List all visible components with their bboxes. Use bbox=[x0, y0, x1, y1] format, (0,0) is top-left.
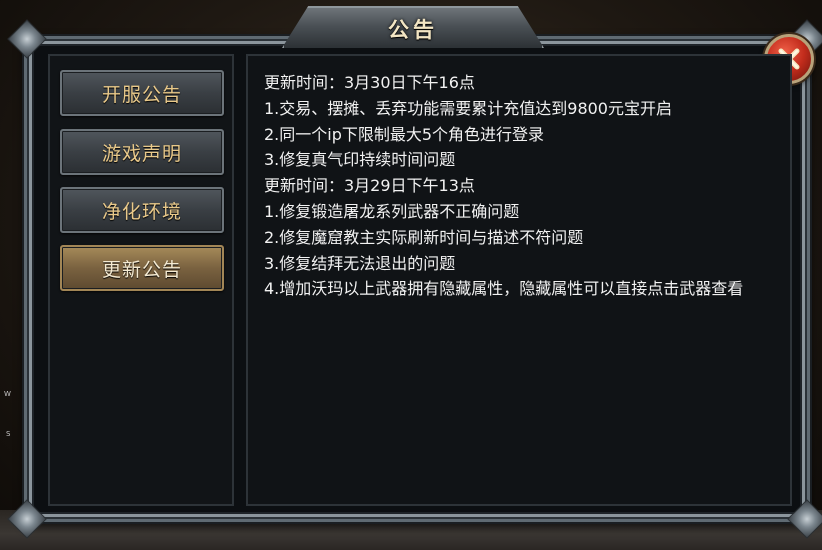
tab-game-statement[interactable]: 游戏声明 bbox=[60, 129, 224, 175]
hud-key-w: W bbox=[4, 390, 11, 398]
tab-server-opening-notice[interactable]: 开服公告 bbox=[60, 70, 224, 116]
title-banner: 公告 bbox=[282, 6, 544, 48]
content-line: 2.修复魔窟教主实际刷新时间与描述不符问题 bbox=[264, 227, 584, 247]
tab-label: 更新公告 bbox=[101, 258, 182, 281]
announcement-content: 更新时间：3月30日下午16点 1.交易、摆摊、丢弃功能需要累计充值达到9800… bbox=[246, 54, 792, 506]
tab-label: 开服公告 bbox=[101, 83, 182, 106]
dialog-title: 公告 bbox=[388, 17, 438, 42]
tab-clean-environment[interactable]: 净化环境 bbox=[60, 187, 224, 233]
content-line: 4.增加沃玛以上武器拥有隐藏属性，隐藏属性可以直接点击武器查看 bbox=[264, 279, 744, 299]
hud-key-s: S bbox=[6, 430, 11, 438]
content-line: 更新时间：3月30日下午16点 bbox=[264, 73, 475, 92]
frame-corner-ornament bbox=[7, 19, 47, 59]
content-line: 2.同一个ip下限制最大5个角色进行登录 bbox=[264, 124, 545, 144]
tab-update-notice[interactable]: 更新公告 bbox=[60, 245, 224, 291]
content-line: 3.修复真气印持续时间问题 bbox=[264, 150, 456, 170]
tab-label: 游戏声明 bbox=[101, 142, 182, 165]
content-line: 更新时间：3月29日下午13点 bbox=[264, 176, 475, 196]
tab-label: 净化环境 bbox=[101, 200, 182, 223]
content-line: 1.交易、摆摊、丢弃功能需要累计充值达到9800元宝开启 bbox=[264, 98, 672, 118]
sidebar-tabs: 开服公告 游戏声明 净化环境 更新公告 bbox=[48, 54, 234, 506]
content-line: 1.修复锻造屠龙系列武器不正确问题 bbox=[264, 201, 520, 221]
content-line: 3.修复结拜无法退出的问题 bbox=[264, 253, 456, 273]
